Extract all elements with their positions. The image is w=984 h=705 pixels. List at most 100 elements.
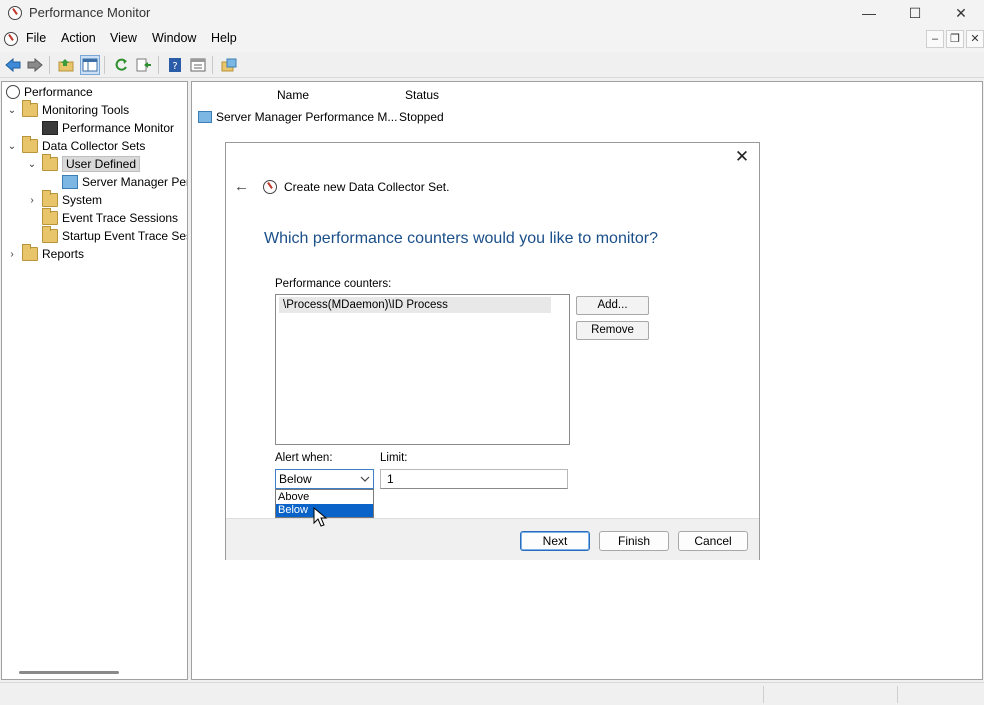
chevron-down-icon[interactable]: ⌄ xyxy=(26,159,38,170)
dialog-header: Create new Data Collector Set. xyxy=(263,180,449,194)
menu-help[interactable]: Help xyxy=(211,31,237,45)
tree-item-performance[interactable]: Performance xyxy=(6,83,93,101)
menu-bar: File Action View Window Help – ❐ ✕ xyxy=(0,26,984,52)
toolbar-separator xyxy=(212,56,213,74)
list-item[interactable]: \Process(MDaemon)\ID Process xyxy=(279,297,551,313)
row-status: Stopped xyxy=(399,110,444,124)
menu-action[interactable]: Action xyxy=(61,31,96,45)
column-header-name[interactable]: Name xyxy=(277,88,309,102)
tree-item-monitoring-tools[interactable]: ⌄ Monitoring Tools xyxy=(6,100,130,119)
performance-counters-list[interactable]: \Process(MDaemon)\ID Process xyxy=(275,294,570,445)
tree-item-label: Data Collector Sets xyxy=(42,139,146,153)
system-menu-icon[interactable] xyxy=(4,32,18,46)
wizard-question: Which performance counters would you lik… xyxy=(264,230,658,247)
alert-when-label: Alert when: xyxy=(275,452,333,464)
tree-item-label: Server Manager Per xyxy=(82,175,188,189)
column-header-status[interactable]: Status xyxy=(405,88,439,102)
mouse-cursor-icon xyxy=(313,507,328,527)
tree-item-label: User Defined xyxy=(62,156,141,172)
tree-item-label: Monitoring Tools xyxy=(42,103,130,117)
user-folder-icon xyxy=(42,154,58,171)
tree-item-performance-monitor[interactable]: Performance Monitor xyxy=(26,119,174,137)
tree-item-label: Performance Monitor xyxy=(62,121,175,135)
menu-file[interactable]: File xyxy=(26,31,46,45)
status-divider xyxy=(763,686,764,703)
row-name: Server Manager Performance M... xyxy=(216,110,398,124)
menu-view[interactable]: View xyxy=(110,31,137,45)
dialog-footer: Next Finish Cancel xyxy=(226,518,759,560)
limit-label: Limit: xyxy=(380,452,408,464)
toolbar-separator xyxy=(104,56,105,74)
tree-item-reports[interactable]: › Reports xyxy=(6,244,85,263)
tree-item-data-collector-sets[interactable]: ⌄ Data Collector Sets xyxy=(6,136,146,155)
performance-gauge-icon xyxy=(6,85,20,99)
maximize-button[interactable]: ☐ xyxy=(892,0,938,26)
folder-icon xyxy=(22,100,38,117)
tree-item-label: Performance xyxy=(24,85,93,99)
next-button[interactable]: Next xyxy=(520,531,590,551)
cancel-button[interactable]: Cancel xyxy=(678,531,748,551)
chevron-right-icon[interactable]: › xyxy=(26,195,38,206)
data-collector-icon xyxy=(198,111,212,123)
tree-item-event-trace-sessions[interactable]: Event Trace Sessions xyxy=(26,208,179,227)
alert-when-select[interactable]: Below xyxy=(275,469,374,489)
system-folder-icon xyxy=(42,190,58,207)
performance-gauge-icon xyxy=(263,180,277,194)
mdi-restore-button[interactable]: ❐ xyxy=(946,30,964,48)
title-bar: Performance Monitor — ☐ ✕ xyxy=(0,0,984,26)
export-list-icon[interactable] xyxy=(134,55,154,75)
monitor-chart-icon xyxy=(42,121,58,135)
chevron-down-icon[interactable]: ⌄ xyxy=(6,105,18,116)
svg-text:?: ? xyxy=(172,61,177,72)
status-bar xyxy=(0,682,984,705)
forward-arrow-icon[interactable] xyxy=(25,55,45,75)
finish-button[interactable]: Finish xyxy=(599,531,669,551)
mdi-minimize-button[interactable]: – xyxy=(926,30,944,48)
dialog-close-button[interactable]: ✕ xyxy=(733,148,751,166)
folder-icon xyxy=(22,136,38,153)
limit-input[interactable]: 1 xyxy=(380,469,568,489)
status-divider xyxy=(897,686,898,703)
properties-icon[interactable] xyxy=(188,55,208,75)
chevron-right-icon[interactable]: › xyxy=(6,249,18,260)
tree-item-startup-event-trace-sessions[interactable]: Startup Event Trace Ses xyxy=(26,226,188,245)
tree-item-label: Event Trace Sessions xyxy=(62,211,179,225)
tree-item-label: System xyxy=(62,193,103,207)
tree-item-system[interactable]: › System xyxy=(26,190,103,209)
performance-counters-label: Performance counters: xyxy=(275,278,392,290)
back-arrow-button[interactable]: ← xyxy=(234,178,249,195)
minimize-button[interactable]: — xyxy=(846,0,892,26)
menu-window[interactable]: Window xyxy=(152,31,196,45)
open-folder-icon[interactable] xyxy=(56,55,76,75)
toolbar: ? xyxy=(0,52,984,78)
tree-item-user-defined[interactable]: ⌄ User Defined xyxy=(26,154,141,173)
remove-counter-button[interactable]: Remove xyxy=(576,321,649,340)
data-collector-icon xyxy=(62,175,78,189)
tree-item-server-manager[interactable]: Server Manager Per xyxy=(46,173,188,191)
dialog-title: Create new Data Collector Set. xyxy=(284,180,450,194)
new-window-icon[interactable] xyxy=(219,55,239,75)
tree-item-label: Reports xyxy=(42,247,85,261)
folder-icon xyxy=(42,208,58,225)
tree-item-label: Startup Event Trace Ses xyxy=(62,229,188,243)
dropdown-option-above[interactable]: Above xyxy=(276,491,373,504)
performance-monitor-app-icon xyxy=(8,6,22,20)
close-button[interactable]: ✕ xyxy=(938,0,984,26)
table-row[interactable]: Server Manager Performance M... xyxy=(198,110,397,124)
alert-when-value: Below xyxy=(279,472,312,486)
refresh-icon[interactable] xyxy=(111,55,131,75)
help-icon[interactable]: ? xyxy=(165,55,185,75)
back-arrow-icon[interactable] xyxy=(3,55,23,75)
chevron-down-icon[interactable]: ⌄ xyxy=(6,141,18,152)
horizontal-scrollbar[interactable] xyxy=(19,671,119,674)
mdi-close-button[interactable]: ✕ xyxy=(966,30,984,48)
toolbar-separator xyxy=(158,56,159,74)
toolbar-separator xyxy=(49,56,50,74)
add-counter-button[interactable]: Add... xyxy=(576,296,649,315)
folder-icon xyxy=(42,226,58,243)
reports-folder-icon xyxy=(22,244,38,261)
create-data-collector-set-dialog: ✕ ← Create new Data Collector Set. Which… xyxy=(225,142,760,560)
navigation-tree: Performance ⌄ Monitoring Tools Performan… xyxy=(1,81,188,680)
show-hide-tree-icon[interactable] xyxy=(80,55,100,75)
window-title: Performance Monitor xyxy=(29,5,151,20)
